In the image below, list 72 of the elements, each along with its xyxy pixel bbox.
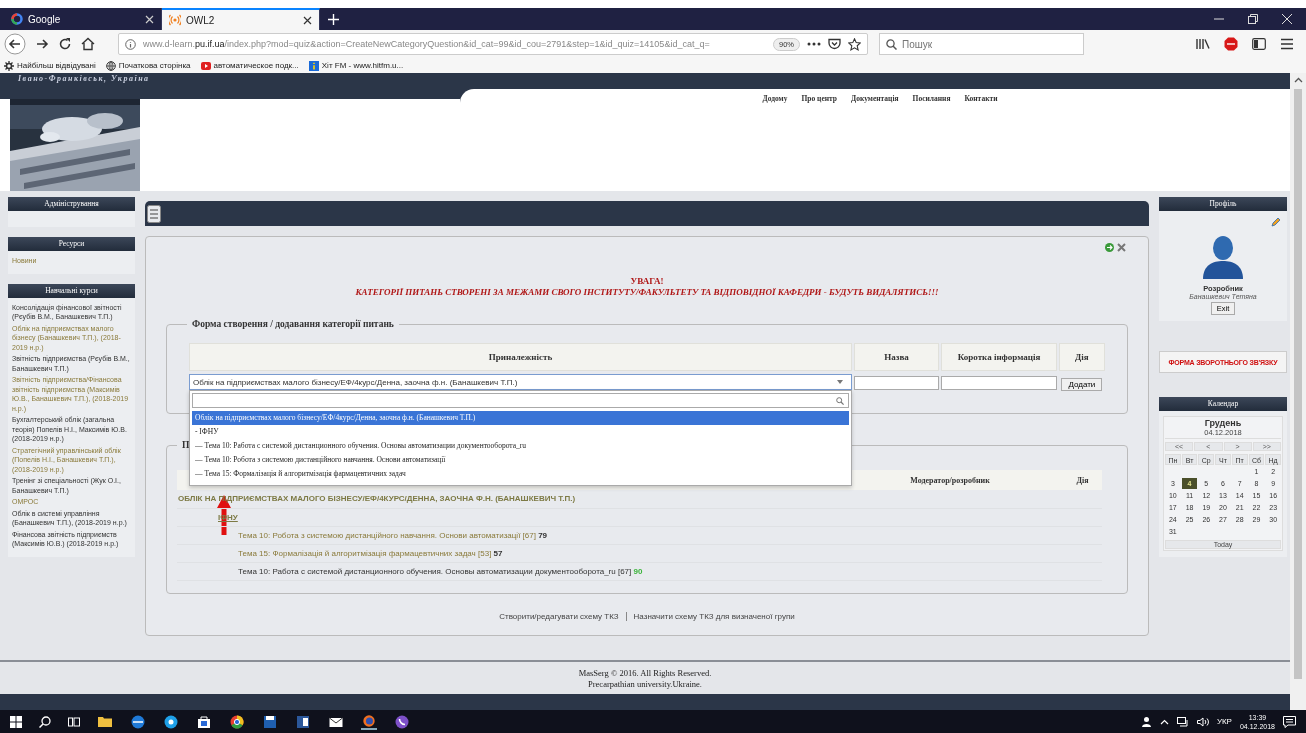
caret-icon <box>836 380 843 384</box>
search-icon[interactable] <box>39 715 51 728</box>
calendar-month: Грудень <box>1203 418 1243 428</box>
column-header: Коротка інформація <box>941 343 1057 371</box>
warning-message: КАТЕГОРІЇ ПИТАНЬ СТВОРЕНІ ЗА МЕЖАМИ СВОГО ІНСТИТУТУ/ФАКУЛЬТЕТУ ТА ВІДПОВІДНОЇ КАФЕДРИ - БУДУТЬ ВИДАЛЯТИСЬ!!! <box>354 287 940 297</box>
menu-icon[interactable] <box>1280 38 1294 50</box>
scroll-up-icon[interactable] <box>1293 77 1303 83</box>
pencil-icon[interactable] <box>1271 217 1281 227</box>
arrow-icon[interactable] <box>1105 243 1114 252</box>
wave-icon <box>169 14 181 26</box>
stop-sign-icon[interactable] <box>1224 37 1238 51</box>
caret-up-icon[interactable] <box>1159 718 1169 725</box>
add-button[interactable]: Додати <box>1061 378 1103 391</box>
search-icon <box>835 397 844 405</box>
start-icon[interactable] <box>10 715 22 728</box>
sidebar-icon[interactable] <box>1252 38 1266 50</box>
info-icon <box>125 38 136 50</box>
column-header: Приналежність <box>189 343 852 371</box>
library-icon[interactable] <box>1196 38 1210 50</box>
star-icon[interactable] <box>848 37 861 51</box>
network-icon[interactable] <box>1176 716 1189 727</box>
language-indicator[interactable]: УКР <box>1216 717 1232 726</box>
search-field[interactable]: Пошук <box>879 33 1084 55</box>
new-tab-icon[interactable] <box>328 13 339 25</box>
more-icon[interactable] <box>807 41 821 47</box>
task-view-icon[interactable] <box>68 715 80 728</box>
group-title: П <box>181 440 191 450</box>
column-header: Дія <box>1063 470 1102 490</box>
column-header: Назва <box>853 343 940 371</box>
browser-tab[interactable]: OWL2 <box>162 8 320 30</box>
notification-icon[interactable] <box>1283 715 1296 728</box>
bag-icon[interactable] <box>196 713 212 730</box>
bookmark-link[interactable]: Хіт FM - www.hitfm.u... <box>308 60 404 71</box>
input-field[interactable] <box>853 375 940 390</box>
volume-icon[interactable] <box>1196 716 1209 727</box>
pocket-icon[interactable] <box>828 38 841 50</box>
close-icon[interactable] <box>303 15 312 25</box>
avatar-icon <box>1201 233 1245 279</box>
footer-text: MasSerg © 2016. All Rights Reserved. <box>577 668 713 679</box>
bookmark-link[interactable]: Початкова сторінка <box>105 60 191 71</box>
topic-title[interactable]: Тема 15: Формалізація й алгоритмізація фармацевтичних задач [53] 57 <box>238 548 503 558</box>
restore-icon[interactable] <box>1248 14 1258 24</box>
input-field[interactable] <box>941 375 1057 390</box>
document-icon[interactable] <box>295 713 311 730</box>
home-icon[interactable] <box>81 37 95 51</box>
wheel-icon[interactable] <box>229 713 245 730</box>
footer-text: Precarpathian university.Ukraine. <box>587 679 703 690</box>
ring-icon <box>11 13 23 25</box>
column-header: Дія <box>1058 343 1105 371</box>
search-icon <box>886 39 897 50</box>
gear-icon <box>4 60 14 71</box>
topic-title[interactable]: Тема 10: Робота з системою дистанційного навчання. Основи автоматизації [67] 79 <box>238 530 548 540</box>
bookmark-link[interactable]: автоматическое подк... <box>200 60 299 71</box>
bookmark-link[interactable]: Найбільш відвідувані <box>4 60 96 71</box>
place-text: Івано-Франківськ, Україна <box>17 73 151 85</box>
menu-icon[interactable] <box>147 204 161 223</box>
back-icon[interactable] <box>4 33 26 55</box>
scheme-link[interactable]: Назначити схему ТКЗ для визначеної групи <box>625 611 802 621</box>
topic-title[interactable]: Тема 10: Работа с системой дистанционного обучения. Основы автоматизации документооборота_ru [67] 90 <box>238 566 643 576</box>
search-field[interactable] <box>192 393 849 408</box>
category-select[interactable]: Облік на підприємствах малого бізнесу/ЕФ/4курс/Денна, заочна ф.н. (Банашкевич Т.П.) <box>189 374 852 390</box>
forward-icon[interactable] <box>35 37 49 51</box>
person-icon[interactable] <box>1140 716 1152 727</box>
column-header: Модератор/розробник <box>837 470 1063 490</box>
group-title: Форма створення / додавання категорії питань <box>191 319 395 329</box>
reload-icon[interactable] <box>58 37 72 51</box>
info-icon <box>308 60 319 71</box>
scrollbar[interactable] <box>1290 73 1306 710</box>
phone-icon[interactable] <box>394 713 410 730</box>
warning-title: УВАГА! <box>629 276 665 286</box>
scroll-thumb[interactable] <box>1294 89 1302 679</box>
scheme-link[interactable]: Створити/редагувати схему ТКЗ <box>492 611 626 621</box>
